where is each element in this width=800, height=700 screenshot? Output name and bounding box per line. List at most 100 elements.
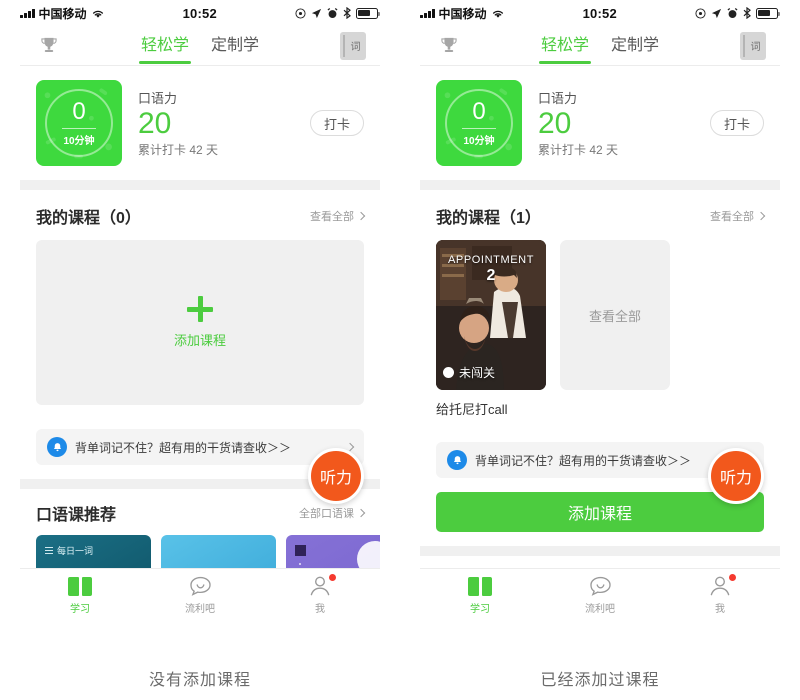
speaking-score-card: 0 10分钟 口语力 20 累计打卡 42 天 打卡: [420, 66, 780, 180]
recommend-carousel-left[interactable]: 每日一词: [36, 535, 380, 568]
tab-easy-study[interactable]: 轻松学: [138, 31, 192, 64]
my-courses-section-left: 我的课程（0） 查看全部 添加课程: [20, 190, 380, 417]
tab-easy-study[interactable]: 轻松学: [538, 31, 592, 64]
tabbar-item-study[interactable]: 学习: [45, 576, 115, 615]
status-bar: 中国移动 10:52: [420, 0, 780, 26]
tabbar-item-study[interactable]: 学习: [445, 576, 515, 615]
notification-badge: [329, 574, 336, 581]
recommend-card[interactable]: [161, 535, 276, 568]
score-label: 口语力: [538, 90, 578, 106]
my-courses-view-all-left[interactable]: 查看全部: [310, 208, 366, 224]
scroll-body-left[interactable]: 0 10分钟 口语力 20 累计打卡 42 天 打卡 我的课程（0） 查看全部 …: [20, 66, 380, 568]
speaking-score-card: 0 10分钟 口语力 20 累计打卡 42 天 打卡: [20, 66, 380, 180]
battery-icon: [755, 7, 780, 19]
status-bar-left: 中国移动: [20, 5, 105, 22]
square-icon: [295, 545, 306, 556]
list-lines-icon: [45, 547, 53, 554]
add-course-button[interactable]: 添加课程: [436, 492, 764, 532]
course-status-badge: 未闯关: [443, 364, 495, 381]
person-icon: [310, 576, 330, 596]
my-courses-title-left: 我的课程（0）: [36, 210, 141, 227]
rotation-lock-icon: [695, 7, 706, 19]
phone-screen-right: 中国移动 10:52 轻松学 定制学 词 0 10分钟 口语力 20 累计打卡 …: [420, 0, 780, 620]
signal-bars-icon: [20, 8, 35, 18]
progress-ring: 0 10分钟: [45, 89, 113, 157]
view-all-label: 查看全部: [710, 211, 754, 223]
my-courses-view-all-right[interactable]: 查看全部: [710, 208, 766, 224]
nav-tabs: 轻松学 定制学: [420, 31, 780, 64]
listening-fab-label: 听力: [719, 470, 752, 487]
score-value: 20: [538, 106, 572, 140]
scroll-body-right[interactable]: 0 10分钟 口语力 20 累计打卡 42 天 打卡 我的课程（1） 查看全部 …: [420, 66, 780, 568]
bluetooth-icon: [743, 7, 751, 19]
panel-empty-state: 中国移动 10:52 轻松学 定制学 词 0 10分钟 口语力 20 累计打卡 …: [0, 0, 400, 700]
view-all-course-box[interactable]: 查看全部: [560, 240, 670, 390]
listening-fab-left[interactable]: 听力: [308, 448, 364, 504]
status-dot-icon: [443, 367, 454, 378]
nav-tabs: 轻松学 定制学: [20, 31, 380, 64]
card-tag-label: 每日一词: [57, 546, 94, 556]
trophy-icon[interactable]: [34, 36, 64, 56]
chat-smile-icon: [589, 576, 611, 596]
recommend-title-left: 口语课推荐: [36, 507, 117, 524]
add-course-placeholder[interactable]: 添加课程: [36, 240, 364, 405]
wifi-icon: [92, 10, 103, 18]
ring-duration: 10分钟: [63, 135, 95, 147]
tabbar-item-community[interactable]: 流利吧: [165, 576, 235, 615]
bottom-tab-bar-right: 学习 流利吧 我: [420, 568, 780, 620]
tabbar-item-community[interactable]: 流利吧: [565, 576, 635, 615]
tabbar-item-profile[interactable]: 我: [285, 574, 355, 615]
tab-custom-study[interactable]: 定制学: [211, 31, 259, 60]
person-icon: [710, 576, 730, 596]
ring-separator: [62, 127, 96, 129]
checkin-button[interactable]: 打卡: [310, 110, 364, 136]
caption-left: 没有添加课程: [148, 672, 251, 689]
status-bar: 中国移动 10:52: [20, 0, 380, 26]
book-icon: [468, 576, 492, 596]
circle-shape: [357, 541, 380, 568]
dictionary-button[interactable]: 词: [740, 31, 766, 60]
promo-banner-text-right: 背单词记不住？超有用的干货请查收＞＞: [475, 453, 692, 468]
score-value: 20: [138, 106, 172, 140]
battery-icon: [355, 7, 380, 19]
add-course-label: 添加课程: [173, 333, 226, 348]
recommend-section-right: 口语课推荐 全部口语课: [420, 556, 780, 568]
chat-smile-icon: [189, 576, 211, 596]
promo-banner-text-left: 背单词记不住？超有用的干货请查收＞＞: [75, 440, 292, 455]
nav-bar: 轻松学 定制学 词: [20, 26, 380, 66]
recommend-card[interactable]: [286, 535, 380, 568]
plus-icon: [187, 296, 213, 322]
course-thumbnail[interactable]: APPOINTMENT 2 未闯关: [436, 240, 546, 390]
signal-bars-icon: [420, 8, 435, 18]
tabbar-label: 学习: [470, 603, 490, 615]
recommend-card[interactable]: 每日一词: [36, 535, 151, 568]
checkin-button[interactable]: 打卡: [710, 110, 764, 136]
dictionary-button[interactable]: 词: [340, 31, 366, 60]
bell-icon: [447, 450, 467, 470]
daily-ring-card[interactable]: 0 10分钟: [36, 80, 122, 166]
carrier-label: 中国移动: [438, 6, 487, 21]
caption-right: 已经添加过课程: [540, 672, 660, 689]
trophy-icon[interactable]: [434, 36, 464, 56]
status-bar-left: 中国移动: [420, 5, 505, 22]
cover-title: APPOINTMENT: [447, 254, 535, 266]
checkin-streak: 累计打卡 42 天: [138, 143, 219, 158]
bell-icon: [47, 437, 67, 457]
section-divider: [420, 546, 780, 556]
my-courses-header-right: 我的课程（1） 查看全部: [436, 204, 766, 228]
tabbar-item-profile[interactable]: 我: [685, 574, 755, 615]
status-bar-clock: 10:52: [582, 5, 617, 21]
course-item[interactable]: APPOINTMENT 2 未闯关 给托尼打call: [436, 240, 546, 418]
tabbar-label: 我: [715, 604, 725, 615]
carrier-label: 中国移动: [38, 6, 87, 21]
tab-custom-study[interactable]: 定制学: [611, 31, 659, 60]
listening-fab-right[interactable]: 听力: [708, 448, 764, 504]
my-courses-header-left: 我的课程（0） 查看全部: [36, 204, 366, 228]
view-all-label: 全部口语课: [299, 508, 354, 520]
recommend-view-all-left[interactable]: 全部口语课: [299, 505, 366, 521]
daily-ring-card[interactable]: 0 10分钟: [436, 80, 522, 166]
listening-fab-label: 听力: [319, 470, 352, 487]
ring-value: 0: [472, 97, 486, 125]
book-icon: [68, 576, 92, 596]
tabbar-label: 我: [315, 604, 325, 615]
